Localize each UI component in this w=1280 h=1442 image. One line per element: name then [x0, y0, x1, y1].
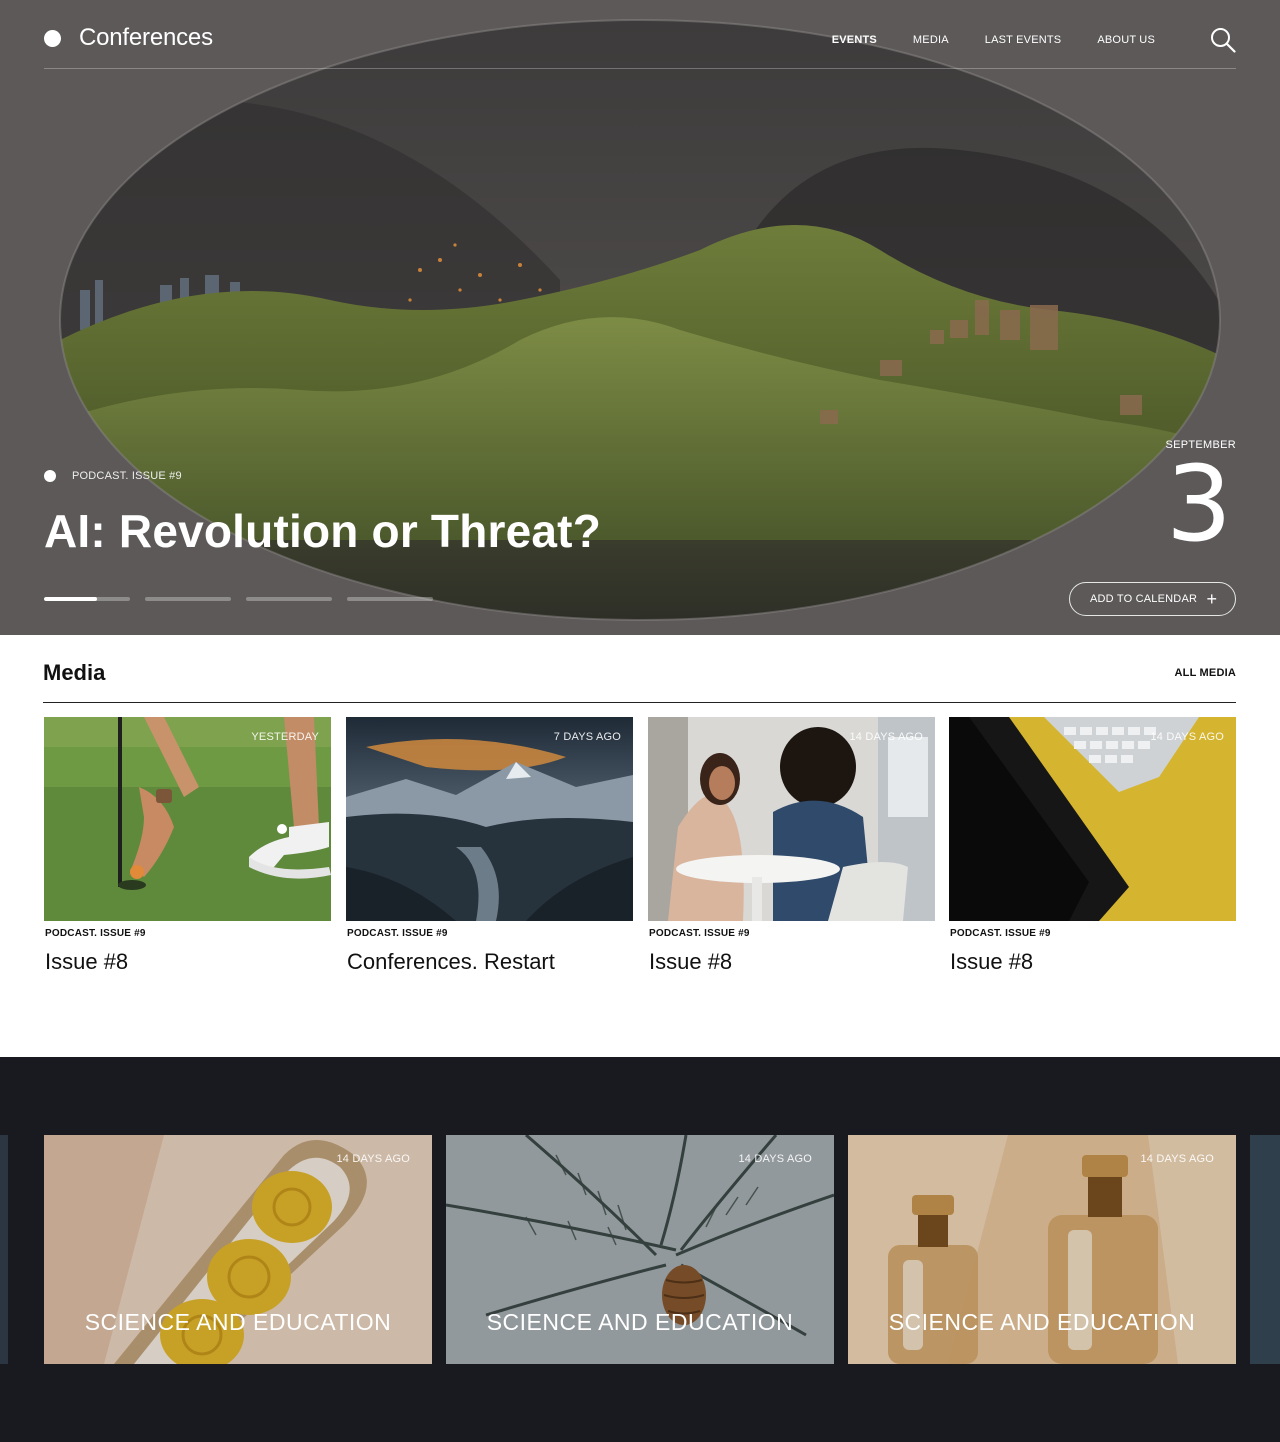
nav-item-last-events[interactable]: LAST EVENTS	[985, 34, 1062, 46]
card-title[interactable]: Issue #8	[44, 949, 331, 975]
topic-tile-partial-right[interactable]	[1250, 1135, 1280, 1364]
slide-indicator-1[interactable]	[44, 597, 130, 601]
search-icon[interactable]	[1210, 27, 1236, 53]
tile-timestamp: 14 DAYS AGO	[336, 1153, 410, 1165]
event-day: 3	[1165, 443, 1232, 565]
tile-label: SCIENCE AND EDUCATION	[84, 1309, 392, 1335]
tile-timestamp: 14 DAYS AGO	[738, 1153, 812, 1165]
tile-timestamp: 14 DAYS AGO	[1140, 1153, 1214, 1165]
card-category: PODCAST. ISSUE #9	[45, 928, 146, 939]
media-section: Media ALL MEDIA YESTERDAY PODCAST. ISSUE…	[0, 635, 1280, 1057]
slide-indicator-4[interactable]	[347, 597, 433, 601]
nav-item-about-us[interactable]: ABOUT US	[1097, 34, 1155, 46]
card-title[interactable]: Conferences. Restart	[346, 949, 633, 975]
card-category: PODCAST. ISSUE #9	[649, 928, 750, 939]
slide-progress-fill	[44, 597, 98, 601]
card-category: PODCAST. ISSUE #9	[950, 928, 1051, 939]
media-card[interactable]: 14 DAYS AGO PODCAST. ISSUE #9 Issue #8	[648, 717, 935, 975]
card-timestamp: 7 DAYS AGO	[553, 731, 621, 743]
slide-indicator-3[interactable]	[246, 597, 332, 601]
topic-tile[interactable]: 14 DAYS AGO SCIENCE AND EDUCATION	[848, 1135, 1236, 1364]
media-header: Media ALL MEDIA	[43, 660, 1236, 703]
slider-progress	[44, 597, 433, 601]
logo[interactable]: Conferences	[44, 24, 213, 52]
slide-indicator-2[interactable]	[145, 597, 231, 601]
card-image: 14 DAYS AGO	[648, 717, 935, 921]
card-title[interactable]: Issue #8	[648, 949, 935, 975]
card-category: PODCAST. ISSUE #9	[347, 928, 448, 939]
add-to-calendar-button[interactable]: ADD TO CALENDAR +	[1069, 582, 1236, 616]
logo-text: Conferences	[79, 24, 213, 51]
media-card[interactable]: 7 DAYS AGO PODCAST. ISSUE #9 Conferences…	[346, 717, 633, 975]
topics-section: 14 DAYS AGO SCIENCE AND EDUCATION 14 DAY…	[0, 1057, 1280, 1442]
media-card[interactable]: 14 DAYS AGO PODCAST. ISSUE #9 Issue #8	[949, 717, 1236, 975]
nav-item-events[interactable]: EVENTS	[832, 34, 877, 46]
golf-photo	[44, 717, 331, 921]
topic-tile-partial-left[interactable]	[0, 1135, 8, 1364]
media-card[interactable]: YESTERDAY PODCAST. ISSUE #9 Issue #8	[44, 717, 331, 975]
top-navigation: Conferences EVENTS MEDIA LAST EVENTS ABO…	[44, 0, 1236, 69]
card-timestamp: 14 DAYS AGO	[849, 731, 923, 743]
tile-label: SCIENCE AND EDUCATION	[888, 1309, 1196, 1335]
topic-tile[interactable]: 14 DAYS AGO SCIENCE AND EDUCATION	[44, 1135, 432, 1364]
hero-title[interactable]: AI: Revolution or Threat?	[44, 504, 601, 558]
tile-label: SCIENCE AND EDUCATION	[486, 1309, 794, 1335]
main-menu: EVENTS MEDIA LAST EVENTS ABOUT US	[832, 34, 1155, 46]
topic-tile[interactable]: 14 DAYS AGO SCIENCE AND EDUCATION	[446, 1135, 834, 1364]
desk-photo	[949, 717, 1236, 921]
bullet-dot-icon	[44, 470, 56, 482]
card-image: 7 DAYS AGO	[346, 717, 633, 921]
card-title[interactable]: Issue #8	[949, 949, 1236, 975]
nav-item-media[interactable]: MEDIA	[913, 34, 949, 46]
hero-banner: Conferences EVENTS MEDIA LAST EVENTS ABO…	[0, 0, 1280, 635]
add-to-calendar-label: ADD TO CALENDAR	[1090, 593, 1198, 605]
mountain-photo	[346, 717, 633, 921]
hero-category: PODCAST. ISSUE #9	[72, 470, 182, 482]
hero-kicker: PODCAST. ISSUE #9	[44, 470, 182, 482]
section-title: Media	[43, 660, 106, 685]
card-timestamp: YESTERDAY	[251, 731, 319, 743]
logo-dot-icon	[44, 29, 61, 47]
card-image: 14 DAYS AGO	[949, 717, 1236, 921]
card-timestamp: 14 DAYS AGO	[1150, 731, 1224, 743]
card-image: YESTERDAY	[44, 717, 331, 921]
media-cards: YESTERDAY PODCAST. ISSUE #9 Issue #8 7 D…	[44, 717, 1236, 987]
all-media-link[interactable]: ALL MEDIA	[1175, 667, 1236, 679]
meeting-photo	[648, 717, 935, 921]
plus-icon: +	[1206, 589, 1217, 609]
